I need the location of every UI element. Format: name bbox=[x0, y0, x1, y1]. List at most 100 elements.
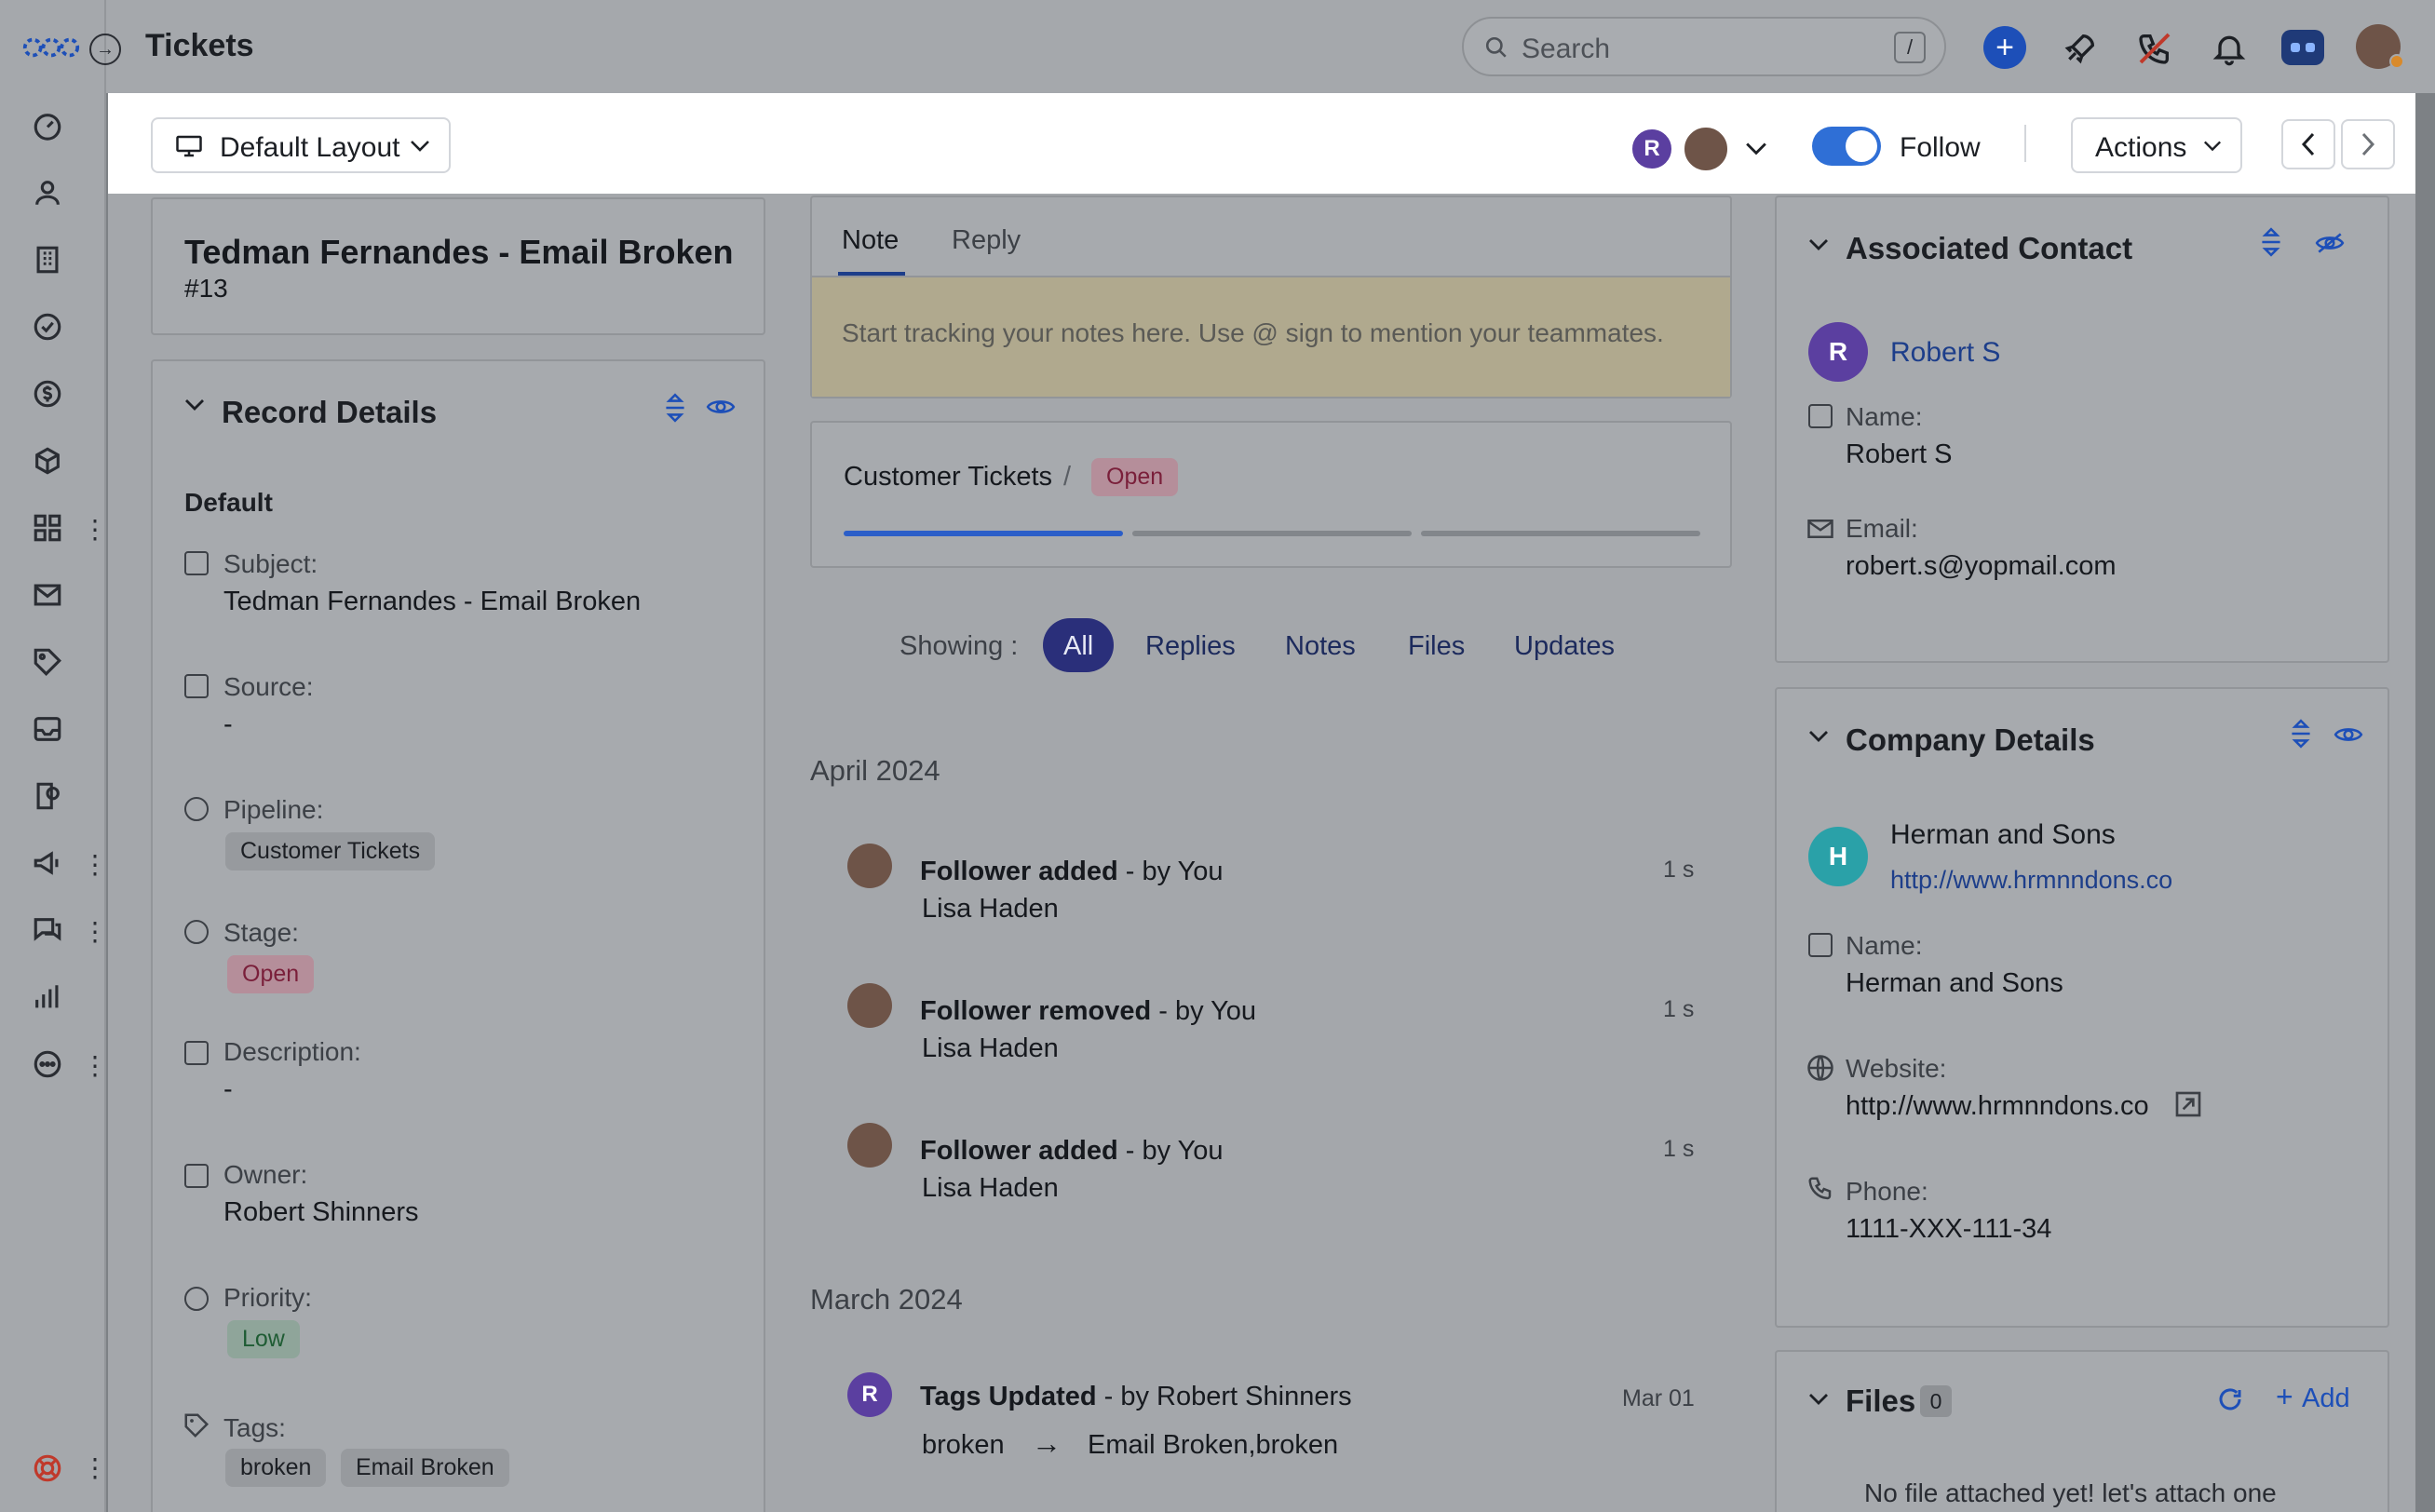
company-url-link[interactable]: http://www.hrmnndons.co bbox=[1890, 866, 2172, 895]
pipeline-chip[interactable]: Customer Tickets bbox=[225, 832, 436, 871]
refresh-icon[interactable] bbox=[2216, 1385, 2244, 1413]
more-icon[interactable] bbox=[30, 1046, 65, 1082]
campaigns-more-icon[interactable]: ⋮ bbox=[82, 851, 108, 879]
campaigns-icon[interactable] bbox=[30, 845, 65, 881]
email-icon[interactable] bbox=[30, 577, 65, 613]
filter-replies[interactable]: Replies bbox=[1145, 631, 1236, 662]
follower-avatar-photo[interactable] bbox=[1682, 125, 1730, 173]
app-logo-icon[interactable] bbox=[20, 30, 82, 65]
priority-label: Priority: bbox=[223, 1283, 312, 1312]
follow-toggle[interactable] bbox=[1812, 127, 1881, 166]
timeline-time: 1 s bbox=[1663, 857, 1695, 883]
note-input[interactable]: Start tracking your notes here. Use @ si… bbox=[812, 276, 1730, 397]
help-more-icon[interactable]: ⋮ bbox=[82, 1454, 108, 1482]
note-editor-card: Note Reply Start tracking your notes her… bbox=[810, 196, 1732, 398]
apps-icon[interactable] bbox=[30, 510, 65, 546]
contact-name-link[interactable]: Robert S bbox=[1890, 337, 2000, 369]
products-icon[interactable] bbox=[30, 443, 65, 479]
chat-more-icon[interactable]: ⋮ bbox=[82, 918, 108, 946]
reorder-icon[interactable] bbox=[2289, 719, 2313, 749]
timeline-time: 1 s bbox=[1663, 996, 1695, 1022]
text-field-icon bbox=[184, 551, 209, 575]
filter-files[interactable]: Files bbox=[1408, 631, 1465, 662]
stage-chip[interactable]: Open bbox=[227, 955, 315, 993]
phone-off-icon[interactable] bbox=[2136, 30, 2173, 67]
follow-label: Follow bbox=[1900, 132, 1981, 163]
select-field-icon bbox=[184, 797, 209, 821]
owner-value[interactable]: Robert Shinners bbox=[223, 1197, 419, 1228]
stage-progress-segment[interactable] bbox=[1421, 531, 1700, 536]
stage-progress-segment[interactable] bbox=[844, 531, 1123, 536]
visibility-eye-icon[interactable] bbox=[706, 395, 736, 419]
filter-all[interactable]: All bbox=[1043, 618, 1114, 672]
tab-reply[interactable]: Reply bbox=[952, 225, 1021, 256]
collapse-chevron-icon[interactable] bbox=[1808, 730, 1829, 743]
deals-icon[interactable] bbox=[30, 376, 65, 412]
notification-bell-icon[interactable] bbox=[2211, 30, 2248, 67]
dashboard-icon[interactable] bbox=[30, 108, 65, 143]
stage-chip[interactable]: Open bbox=[1091, 458, 1179, 496]
plus-icon[interactable]: + bbox=[2276, 1380, 2293, 1414]
select-field-icon bbox=[184, 920, 209, 944]
companies-icon[interactable] bbox=[30, 242, 65, 277]
contact-email-value[interactable]: robert.s@yopmail.com bbox=[1846, 551, 2117, 582]
contact-name-value[interactable]: Robert S bbox=[1846, 439, 1952, 470]
layout-selector[interactable]: Default Layout bbox=[151, 117, 451, 173]
section-heading: Record Details bbox=[222, 395, 438, 429]
assistant-bot-icon[interactable] bbox=[2281, 30, 2324, 65]
create-new-button[interactable]: + bbox=[1983, 26, 2026, 69]
next-record-button[interactable] bbox=[2341, 119, 2395, 169]
collapse-chevron-icon[interactable] bbox=[1808, 238, 1829, 251]
search-placeholder: Search bbox=[1522, 34, 1611, 64]
text-field-icon bbox=[184, 674, 209, 698]
tag-chip[interactable]: broken bbox=[225, 1449, 327, 1487]
followers-chevron-icon[interactable] bbox=[1745, 142, 1767, 156]
timeline-item[interactable]: Tags Updated - by Robert Shinners bbox=[920, 1382, 1352, 1412]
expand-sidebar-icon[interactable]: → bbox=[89, 34, 121, 65]
stage-progress-segment[interactable] bbox=[1132, 531, 1412, 536]
reorder-icon[interactable] bbox=[663, 393, 687, 423]
source-value[interactable]: - bbox=[223, 709, 233, 740]
follower-avatar[interactable]: R bbox=[1630, 127, 1674, 171]
section-heading: Company Details bbox=[1846, 722, 2095, 757]
company-name-value[interactable]: Herman and Sons bbox=[1846, 968, 2063, 999]
collapse-chevron-icon[interactable] bbox=[1808, 1393, 1829, 1406]
filter-notes[interactable]: Notes bbox=[1285, 631, 1356, 662]
company-phone-value[interactable]: 1111-XXX-111-34 bbox=[1846, 1214, 2051, 1245]
inbox-icon[interactable] bbox=[30, 711, 65, 747]
chat-icon[interactable] bbox=[30, 912, 65, 948]
filter-updates[interactable]: Updates bbox=[1514, 631, 1615, 662]
tab-note[interactable]: Note bbox=[842, 225, 899, 256]
company-website-value[interactable]: http://www.hrmnndons.co bbox=[1846, 1091, 2149, 1122]
rocket-icon[interactable] bbox=[2062, 30, 2099, 67]
description-value[interactable]: - bbox=[223, 1074, 233, 1105]
hide-eye-icon[interactable] bbox=[2315, 231, 2345, 255]
tasks-icon[interactable] bbox=[30, 309, 65, 344]
previous-record-button[interactable] bbox=[2281, 119, 2335, 169]
tag-change-from: broken bbox=[922, 1430, 1005, 1460]
apps-more-icon[interactable]: ⋮ bbox=[82, 516, 108, 544]
help-icon[interactable] bbox=[30, 1451, 65, 1486]
files-empty-text: No file attached yet! let's attach one bbox=[1864, 1478, 2277, 1507]
page-title: Tickets bbox=[145, 28, 254, 63]
external-link-icon[interactable] bbox=[2173, 1089, 2203, 1119]
tickets-icon[interactable] bbox=[30, 644, 65, 680]
add-file-button[interactable]: Add bbox=[2302, 1384, 2350, 1414]
timeline-item[interactable]: Follower removed - by You bbox=[920, 996, 1256, 1027]
reports-icon[interactable] bbox=[30, 979, 65, 1015]
actions-button[interactable]: Actions bbox=[2071, 117, 2242, 173]
more-menu-icon[interactable]: ⋮ bbox=[82, 1052, 108, 1080]
collapse-chevron-icon[interactable] bbox=[184, 398, 205, 412]
timeline-item[interactable]: Follower added - by You bbox=[920, 857, 1224, 887]
priority-chip[interactable]: Low bbox=[227, 1320, 300, 1358]
contact-name-label: Name: bbox=[1846, 402, 1923, 431]
contacts-icon[interactable] bbox=[30, 175, 65, 210]
reorder-icon[interactable] bbox=[2259, 227, 2283, 257]
visibility-eye-icon[interactable] bbox=[2334, 722, 2363, 747]
section-heading: Associated Contact bbox=[1846, 231, 2133, 265]
tag-chip[interactable]: Email Broken bbox=[341, 1449, 509, 1487]
timeline-item[interactable]: Follower added - by You bbox=[920, 1136, 1224, 1167]
search-input[interactable]: Search / bbox=[1462, 17, 1946, 76]
knowledge-icon[interactable] bbox=[30, 778, 65, 814]
subject-value[interactable]: Tedman Fernandes - Email Broken bbox=[223, 587, 641, 617]
